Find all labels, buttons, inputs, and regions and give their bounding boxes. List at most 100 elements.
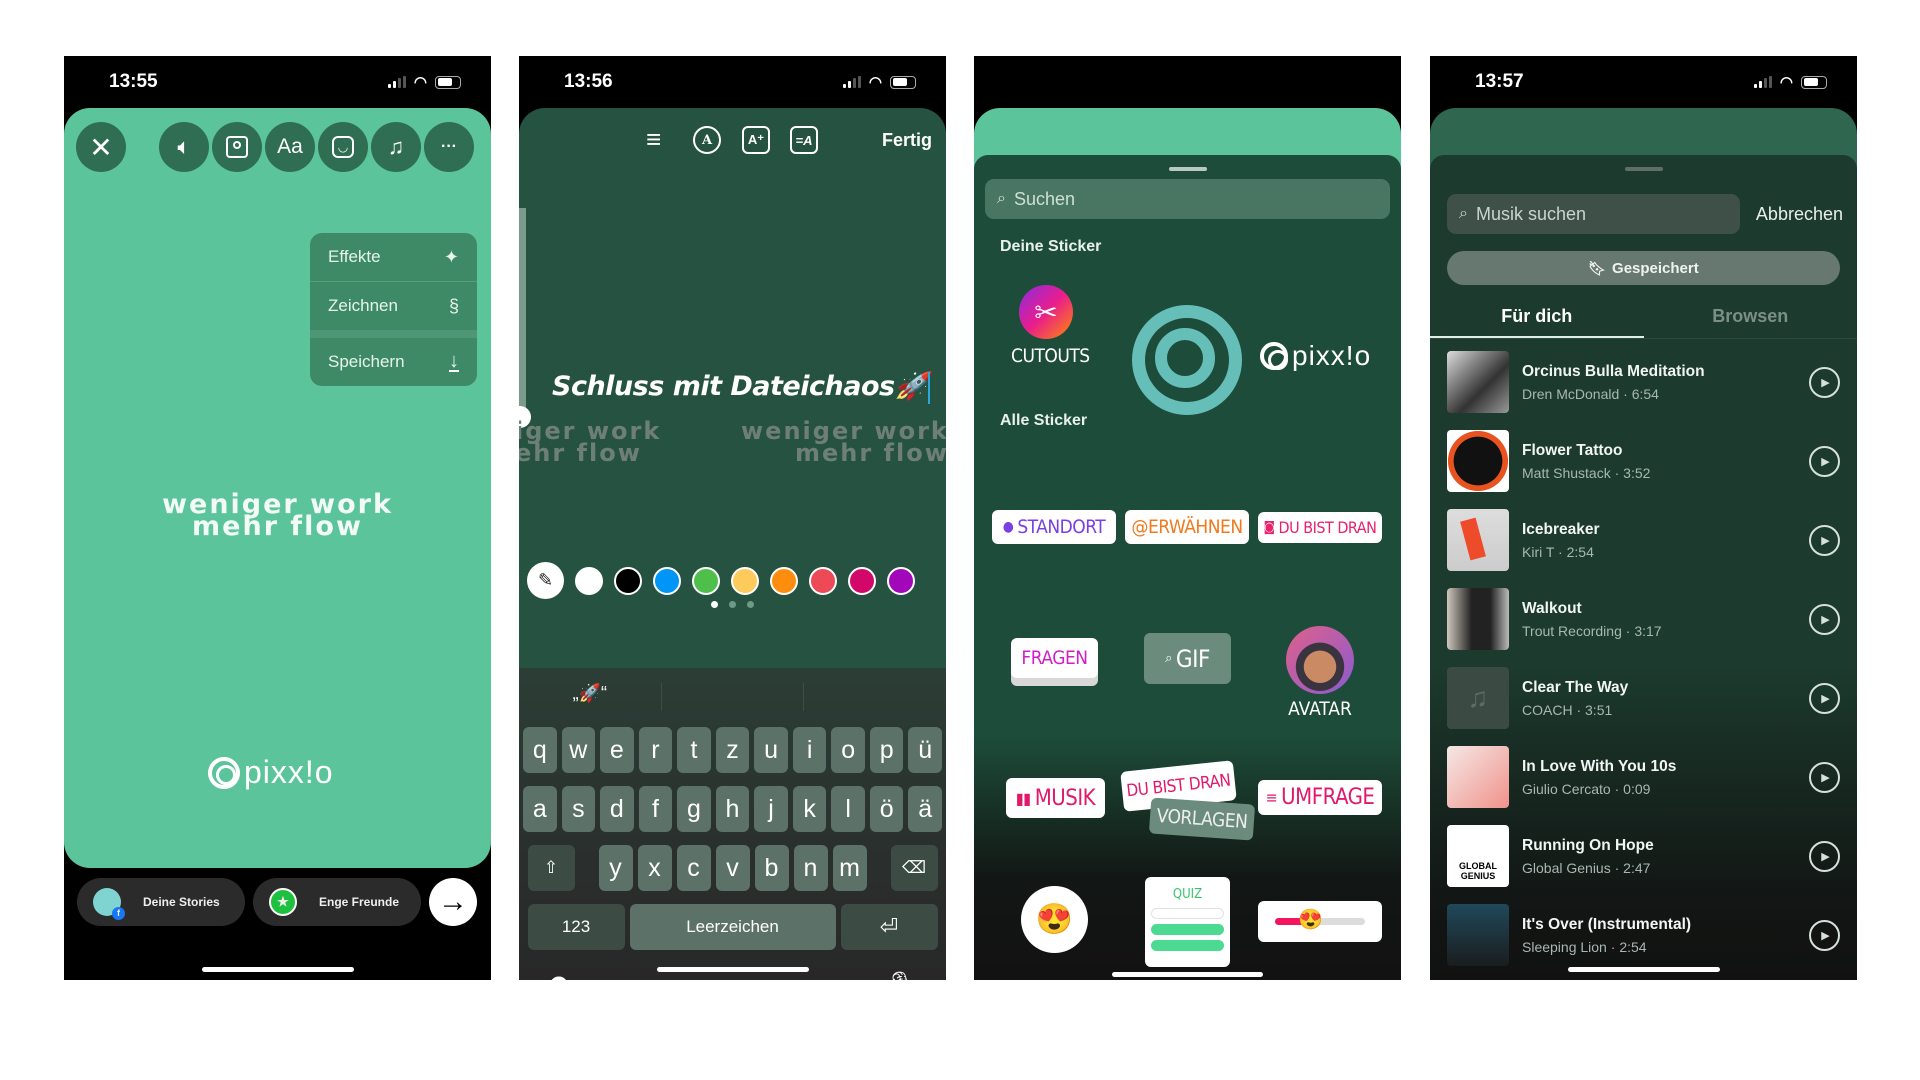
song-row[interactable]: GLOBAL GENIUS Running On Hope Global Gen… [1447, 825, 1840, 887]
key-ö[interactable]: ö [869, 786, 904, 832]
key-z[interactable]: z [715, 727, 750, 773]
key-l[interactable]: l [831, 786, 865, 832]
sticker-search-input[interactable]: ⌕ Suchen [985, 179, 1390, 219]
key-v[interactable]: v [715, 845, 750, 891]
suggestion[interactable]: „🚀“ [519, 683, 662, 711]
play-button[interactable]: ▶ [1809, 366, 1840, 398]
color-swatch[interactable] [575, 566, 603, 595]
key-q[interactable]: q [523, 727, 557, 773]
space-key[interactable]: Leerzeichen [629, 904, 836, 950]
key-y[interactable]: y [598, 845, 633, 891]
key-j[interactable]: j [754, 786, 788, 832]
done-button[interactable]: Fertig [882, 130, 932, 151]
play-button[interactable]: ▶ [1809, 840, 1840, 872]
cancel-button[interactable]: Abbrechen [1756, 204, 1843, 225]
key-ä[interactable]: ä [908, 786, 943, 832]
text-effect-button[interactable]: A⁺ [742, 126, 770, 154]
suggestion[interactable] [662, 683, 805, 711]
song-row[interactable]: In Love With You 10s Giulio Cercato · 0:… [1447, 746, 1840, 808]
music-search-input[interactable]: ⌕ Musik suchen [1447, 194, 1740, 234]
suggestion[interactable] [804, 683, 946, 711]
color-swatch[interactable] [809, 566, 837, 595]
song-row[interactable]: Flower Tattoo Matt Shustack · 3:52 ▶ [1447, 430, 1840, 492]
key-i[interactable]: i [792, 727, 827, 773]
story-text[interactable]: weniger work mehr flow [64, 491, 491, 540]
font-style-button[interactable]: A [693, 126, 721, 154]
key-ü[interactable]: ü [908, 727, 943, 773]
sheet-grabber[interactable] [1168, 167, 1207, 171]
key-m[interactable]: m [832, 845, 867, 891]
key-n[interactable]: n [793, 845, 828, 891]
color-page-indicator[interactable] [519, 601, 946, 608]
sticker-add-yours[interactable]: ◙ DU BIST DRAN [1258, 512, 1382, 543]
sound-button[interactable]: 🔈︎ [159, 122, 209, 172]
key-f[interactable]: f [638, 786, 673, 832]
sticker-quiz[interactable]: QUIZ [1145, 877, 1230, 967]
align-button[interactable]: ≡ [646, 124, 661, 155]
color-swatch[interactable] [770, 566, 798, 595]
story-canvas[interactable]: ✕ 🔈︎ Aa ◡ ♫ ··· Effekte ✦ Zeichnen § Speic… [64, 108, 491, 868]
song-row[interactable]: It's Over (Instrumental) Sleeping Lion ·… [1447, 904, 1840, 966]
menu-item-save[interactable]: Speichern ↓ [310, 338, 477, 386]
sticker-location[interactable]: ● STANDORT [992, 510, 1116, 544]
tab-browse[interactable]: Browsen [1644, 293, 1858, 338]
sticker-music[interactable]: ▮▮ MUSIK [1006, 778, 1105, 818]
sheet-grabber[interactable] [1624, 167, 1663, 171]
return-key[interactable]: ⏎ [840, 904, 938, 950]
song-row[interactable]: Walkout Trout Recording · 3:17 ▶ [1447, 588, 1840, 650]
song-row[interactable]: ♫ Clear The Way COACH · 3:51 ▶ [1447, 667, 1840, 729]
close-friends-button[interactable]: ★ Enge Freunde [253, 878, 421, 926]
backspace-key[interactable]: ⌫ [890, 845, 938, 891]
close-button[interactable]: ✕ [76, 122, 126, 172]
color-swatch[interactable] [887, 566, 915, 595]
play-button[interactable]: ▶ [1809, 524, 1840, 556]
key-w[interactable]: w [561, 727, 596, 773]
play-button[interactable]: ▶ [1809, 919, 1840, 951]
dictation-key[interactable]: 🎙 [886, 970, 916, 980]
color-swatch[interactable] [653, 566, 681, 595]
color-swatch[interactable] [848, 566, 876, 595]
sticker-emoji-slider[interactable]: 😍 [1258, 901, 1382, 942]
key-o[interactable]: o [831, 727, 865, 773]
tag-person-button[interactable] [212, 122, 262, 172]
music-button[interactable]: ♫ [371, 122, 421, 172]
your-stories-button[interactable]: f Deine Stories [77, 878, 245, 926]
sticker-gif[interactable]: ⌕ GIF [1144, 633, 1231, 684]
song-row[interactable]: Icebreaker Kiri T · 2:54 ▶ [1447, 509, 1840, 571]
headline-text-input[interactable]: Schluss mit Dateichaos🚀 [552, 370, 930, 404]
color-swatch[interactable] [731, 566, 759, 595]
key-s[interactable]: s [561, 786, 596, 832]
text-button[interactable]: Aa [265, 122, 315, 172]
key-h[interactable]: h [715, 786, 750, 832]
key-c[interactable]: c [676, 845, 711, 891]
sticker-pixxio-logo[interactable]: pixx!o [1260, 340, 1371, 372]
key-g[interactable]: g [677, 786, 711, 832]
key-a[interactable]: a [523, 786, 557, 832]
sticker-avatar[interactable]: AVATAR [1285, 626, 1355, 720]
emoji-key[interactable]: ☻ [543, 968, 575, 980]
sticker-pixxio-mark[interactable] [1132, 305, 1242, 415]
key-t[interactable]: t [677, 727, 711, 773]
sticker-emoji-reaction[interactable]: 😍 [1021, 886, 1088, 953]
menu-item-effects[interactable]: Effekte ✦ [310, 233, 477, 281]
key-r[interactable]: r [638, 727, 673, 773]
tab-for-you[interactable]: Für dich [1430, 293, 1644, 338]
text-size-slider[interactable] [519, 208, 526, 418]
shift-key[interactable]: ⇧ [527, 845, 575, 891]
text-animation-button[interactable]: =A [790, 126, 818, 154]
next-button[interactable]: → [429, 878, 477, 926]
key-d[interactable]: d [600, 786, 634, 832]
play-button[interactable]: ▶ [1809, 445, 1840, 477]
play-button[interactable]: ▶ [1809, 682, 1840, 714]
sticker-questions[interactable]: FRAGEN [1011, 638, 1098, 678]
key-e[interactable]: e [600, 727, 634, 773]
song-row[interactable]: Orcinus Bulla Meditation Dren McDonald ·… [1447, 351, 1840, 413]
color-swatch[interactable] [692, 566, 720, 595]
key-p[interactable]: p [869, 727, 904, 773]
numbers-key[interactable]: 123 [527, 904, 625, 950]
menu-item-draw[interactable]: Zeichnen § [310, 282, 477, 330]
key-u[interactable]: u [754, 727, 788, 773]
sticker-poll[interactable]: ≡ UMFRAGE [1258, 780, 1382, 815]
sticker-button[interactable]: ◡ [318, 122, 368, 172]
eyedropper-button[interactable]: ✎ [527, 562, 564, 599]
